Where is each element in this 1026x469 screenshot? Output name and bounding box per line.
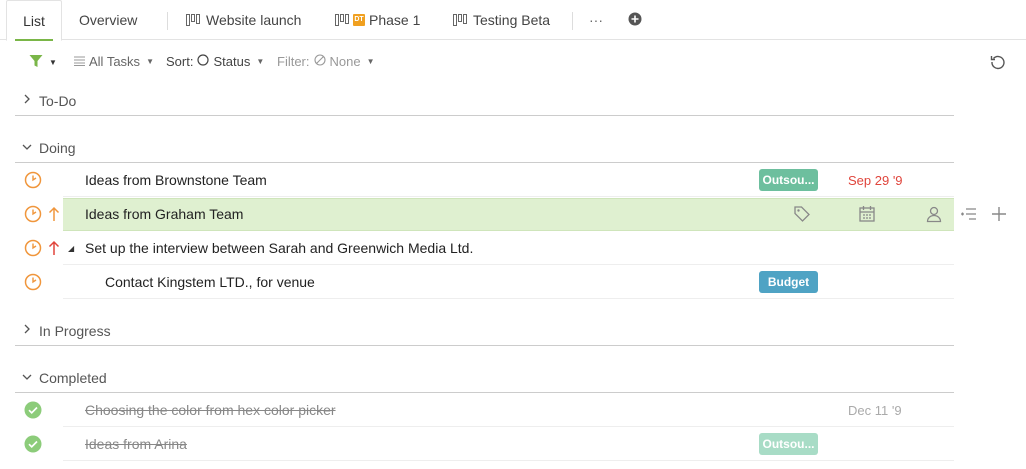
chevron-right-icon [15,94,39,107]
section-title: Doing [39,139,76,156]
tag-outsource[interactable]: Outsou... [759,169,818,191]
collapse-triangle-icon[interactable]: ◢ [68,244,74,253]
task-row-hovered[interactable]: Ideas from Graham Team [15,197,1026,231]
plus-circle-icon [628,12,642,29]
dt-badge-icon: DT [353,14,365,26]
task-title[interactable]: Contact Kingstem LTD., for venue [105,265,315,299]
list-icon [74,54,85,69]
filter-value: None [329,54,361,69]
tag-outsource[interactable]: Outsou... [759,433,818,455]
sort-label: Sort: [166,54,194,69]
in-progress-status-icon[interactable] [24,273,42,291]
check-circle-icon[interactable] [24,401,42,419]
in-progress-status-icon[interactable] [24,239,42,257]
calendar-icon[interactable] [858,205,876,223]
caret-down-icon: ▼ [256,57,265,66]
subtask-row[interactable]: Contact Kingstem LTD., for venue Budget [15,265,1026,299]
task-title[interactable]: Ideas from Arina [85,427,187,461]
tab-label: Phase 1 [369,12,421,28]
task-title[interactable]: Ideas from Brownstone Team [85,163,267,197]
filter-label: Filter: [277,54,310,69]
caret-down-icon: ▼ [49,58,57,67]
add-tab-button[interactable] [628,0,642,40]
tab-phase-1[interactable]: DT Phase 1 [335,0,420,40]
in-progress-status-icon[interactable] [24,171,42,189]
funnel-icon [29,54,43,71]
toolbar: ▼ All Tasks ▼ Sort: Status ▼ Filter: Non… [0,48,1026,78]
tag-budget[interactable]: Budget [759,271,818,293]
status-circle-icon [197,54,210,69]
chevron-down-icon [15,142,39,154]
tab-label: Overview [79,12,138,28]
no-filter-icon [313,54,326,69]
due-date[interactable]: Sep 29 '9 [848,163,903,197]
tab-divider [167,12,168,30]
caret-down-icon: ▼ [146,57,154,66]
tab-overview[interactable]: Overview [79,0,137,40]
board-icon [335,14,349,26]
tab-testing-beta[interactable]: Testing Beta [453,0,550,40]
caret-down-icon: ▼ [366,57,375,66]
tab-list[interactable]: List [6,0,62,41]
sort-dropdown[interactable]: Sort: Status ▼ [166,54,264,69]
board-icon [453,14,467,26]
section-title: In Progress [39,322,111,339]
in-progress-status-icon[interactable] [24,205,42,223]
refresh-icon [990,54,1006,73]
add-subtask-icon[interactable] [960,205,978,223]
tab-label: List [23,12,45,29]
task-row[interactable]: Ideas from Brownstone Team Outsou... Sep… [15,163,1026,197]
task-title[interactable]: Choosing the color from hex color picker [85,393,336,427]
tag-icon[interactable] [793,205,811,223]
section-todo-header[interactable]: To-Do [15,86,954,116]
section-in-progress-header[interactable]: In Progress [15,316,954,346]
filter-dropdown[interactable]: Filter: None ▼ [277,54,375,69]
tab-label: Testing Beta [473,12,551,28]
view-dropdown[interactable]: All Tasks ▼ [74,54,154,69]
due-date[interactable]: Dec 11 '9 [848,393,902,427]
task-row-completed[interactable]: Ideas from Arina Outsou... [15,427,1026,461]
more-tabs-button[interactable]: ··· [589,0,603,40]
chevron-down-icon [15,372,39,384]
chevron-right-icon [15,324,39,337]
sort-value: Status [213,54,251,69]
board-icon [186,14,200,26]
section-doing-header[interactable]: Doing [15,133,954,163]
priority-up-icon[interactable] [47,205,61,223]
tab-website-launch[interactable]: Website launch [186,0,301,40]
tab-bar: List Overview Website launch DT Phase 1 … [0,0,1026,41]
task-row[interactable]: ◢ Set up the interview between Sarah and… [15,231,1026,265]
priority-high-icon[interactable] [47,239,61,257]
section-title: Completed [39,369,107,386]
task-row-completed[interactable]: Choosing the color from hex color picker… [15,393,1026,427]
tab-divider [572,12,573,30]
filter-menu-button[interactable]: ▼ [29,54,57,71]
section-title: To-Do [39,92,77,109]
add-task-icon[interactable] [990,205,1008,223]
more-icon: ··· [589,12,603,28]
task-title[interactable]: Set up the interview between Sarah and G… [85,231,473,265]
view-value: All Tasks [89,54,141,69]
tab-label: Website launch [206,12,302,28]
section-completed-header[interactable]: Completed [15,363,954,393]
refresh-button[interactable] [990,54,1006,73]
task-title[interactable]: Ideas from Graham Team [85,197,243,231]
check-circle-icon[interactable] [24,435,42,453]
assignee-icon[interactable] [925,205,943,223]
row-divider [63,460,954,461]
